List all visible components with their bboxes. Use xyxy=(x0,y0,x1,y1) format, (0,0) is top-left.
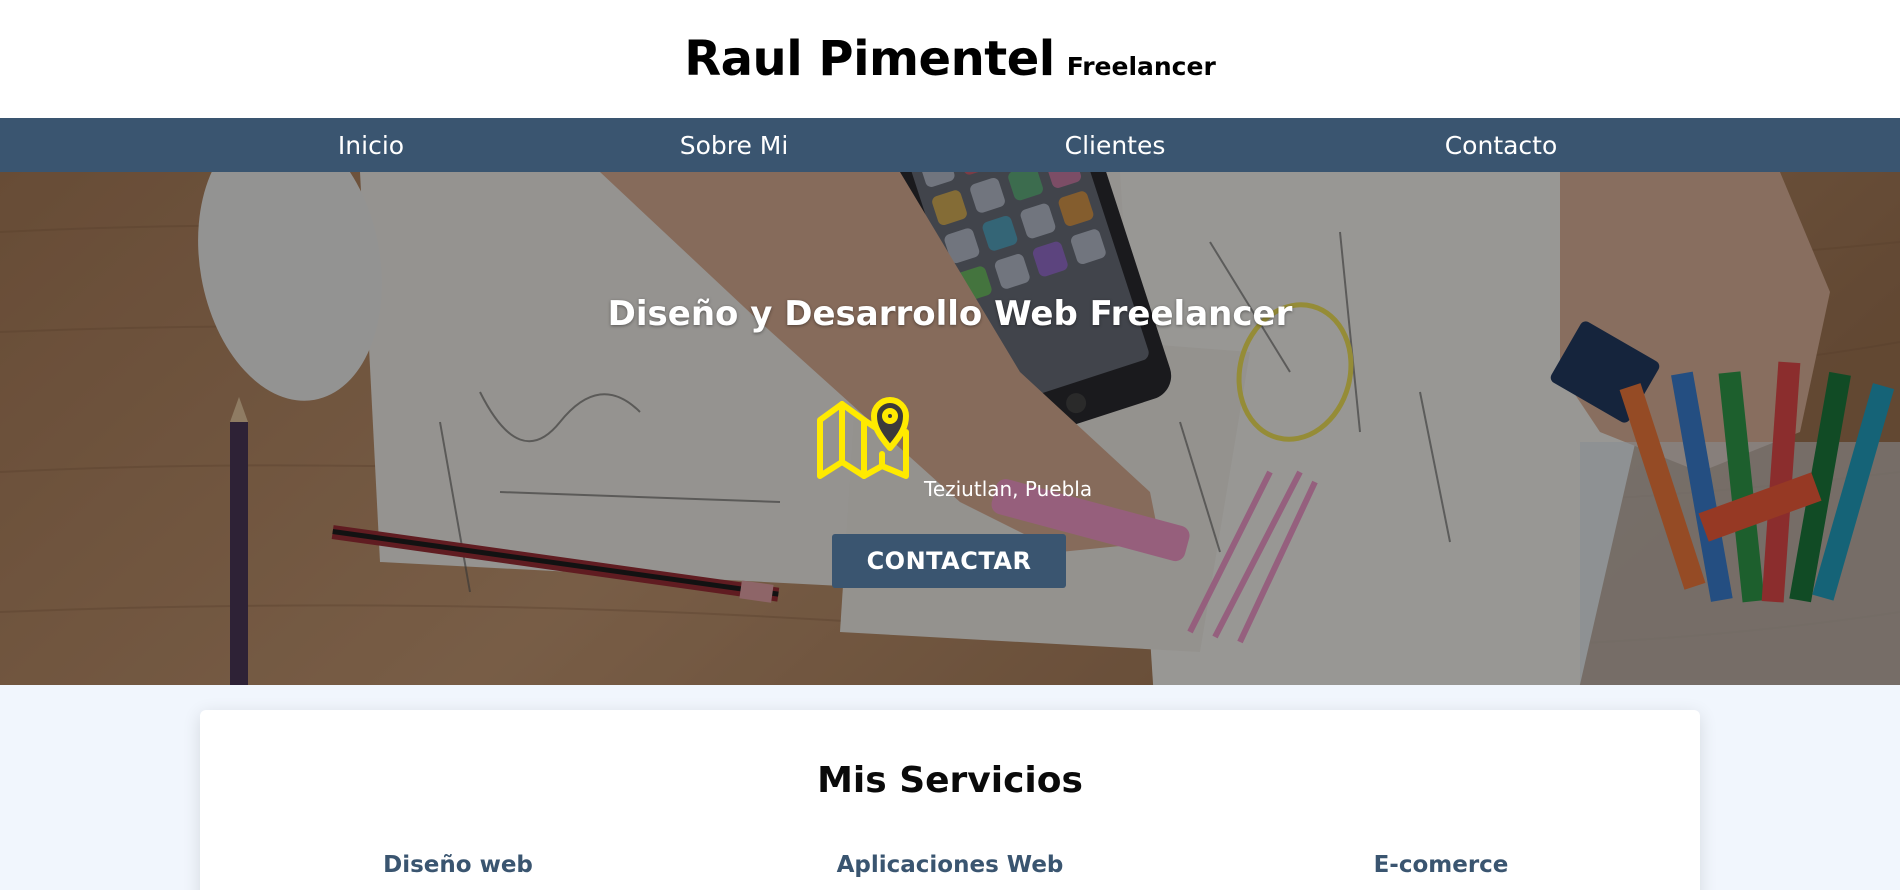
nav-link-clientes[interactable]: Clientes xyxy=(1065,118,1166,172)
services-title: Mis Servicios xyxy=(817,760,1083,801)
hero-title: Diseño y Desarrollo Web Freelancer xyxy=(607,294,1293,334)
services-card: Mis Servicios Diseño web Aplicaciones We… xyxy=(200,710,1700,890)
main-nav: Inicio Sobre Mi Clientes Contacto xyxy=(0,118,1900,172)
nav-link-contacto[interactable]: Contacto xyxy=(1445,118,1558,172)
hero-section: Diseño y Desarrollo Web Freelancer Teziu… xyxy=(0,172,1900,685)
site-header: Raul Pimentel Freelancer xyxy=(0,0,1900,118)
service-aplicaciones-web[interactable]: Aplicaciones Web xyxy=(837,852,1064,878)
nav-link-sobre-mi[interactable]: Sobre Mi xyxy=(680,118,789,172)
service-e-comerce[interactable]: E-comerce xyxy=(1374,852,1509,878)
brand-name: Raul Pimentel xyxy=(684,31,1055,87)
map-location-icon xyxy=(817,397,909,479)
nav-link-inicio[interactable]: Inicio xyxy=(338,118,404,172)
hero-overlay xyxy=(0,172,1900,685)
contactar-button[interactable]: CONTACTAR xyxy=(832,534,1066,588)
service-diseno-web[interactable]: Diseño web xyxy=(383,852,533,878)
location-text: Teziutlan, Puebla xyxy=(924,477,1093,501)
brand[interactable]: Raul Pimentel Freelancer xyxy=(684,31,1216,87)
brand-tagline: Freelancer xyxy=(1066,52,1216,81)
